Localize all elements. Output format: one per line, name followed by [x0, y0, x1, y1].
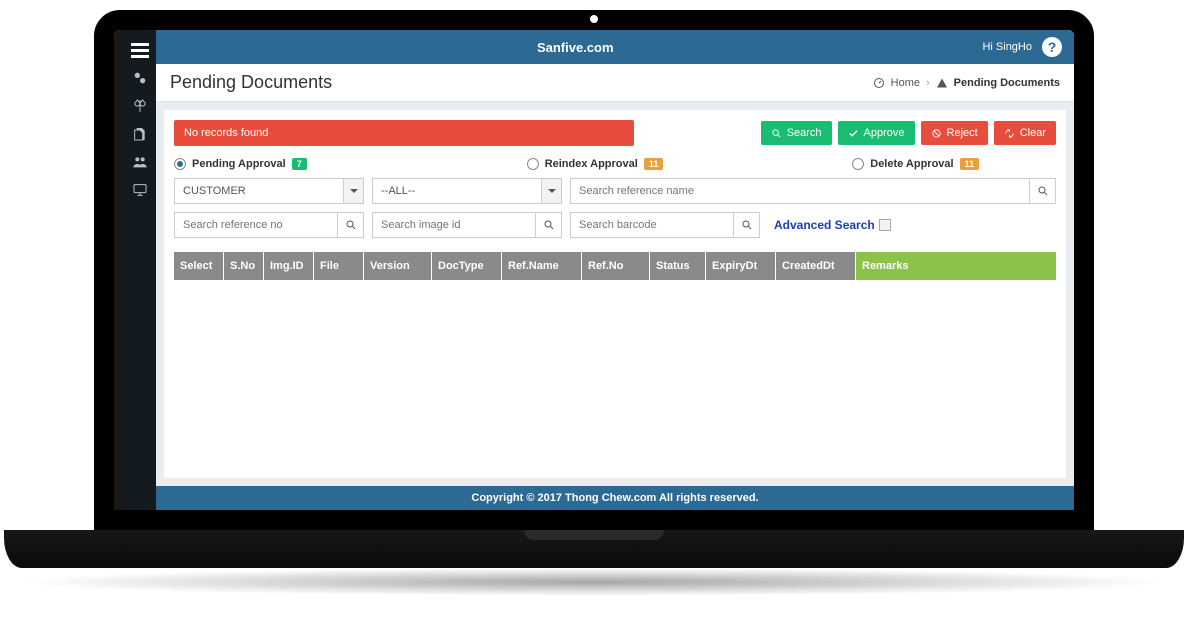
content-panel: No records found Search Approve Reject — [164, 110, 1066, 478]
reference-name-input[interactable] — [571, 179, 1029, 203]
breadcrumb: Home › Pending Documents — [873, 77, 1060, 89]
hamburger-icon — [131, 43, 149, 58]
image-id-input-group — [372, 212, 562, 238]
customer-select-value: CUSTOMER — [175, 179, 343, 203]
window-edge — [114, 30, 124, 510]
page-header-bar: Pending Documents Home › Pending Documen… — [156, 64, 1074, 102]
barcode-input-group — [570, 212, 760, 238]
search-icon — [741, 219, 753, 231]
th-sno[interactable]: S.No — [224, 252, 264, 280]
search-icon — [1037, 185, 1049, 197]
search-icon — [543, 219, 555, 231]
gears-icon — [132, 70, 148, 86]
search-icon — [771, 128, 782, 139]
warning-icon — [936, 77, 948, 89]
th-file[interactable]: File — [314, 252, 364, 280]
search-button-label: Search — [787, 127, 822, 139]
sidebar-item-users[interactable] — [124, 148, 156, 176]
type-select-value: --ALL-- — [373, 179, 541, 203]
user-greeting[interactable]: Hi SingHo — [982, 41, 1032, 53]
sidebar-item-monitor[interactable] — [124, 176, 156, 204]
reference-name-input-group — [570, 178, 1056, 204]
sidebar-item-balance[interactable] — [124, 92, 156, 120]
th-refname[interactable]: Ref.Name — [502, 252, 582, 280]
radio-delete-approval[interactable]: Delete Approval 11 — [735, 158, 1056, 170]
reference-name-search-button[interactable] — [1029, 179, 1055, 203]
radio-pending-approval[interactable]: Pending Approval 7 — [174, 158, 455, 170]
laptop-base — [4, 530, 1184, 568]
reject-button[interactable]: Reject — [921, 121, 988, 145]
barcode-input[interactable] — [571, 213, 733, 237]
th-imgid[interactable]: Img.ID — [264, 252, 314, 280]
th-createddt[interactable]: CreatedDt — [776, 252, 856, 280]
th-remarks[interactable]: Remarks — [856, 252, 1056, 280]
breadcrumb-separator: › — [926, 77, 930, 89]
radio-reindex-approval[interactable]: Reindex Approval 11 — [455, 158, 736, 170]
image-id-search-button[interactable] — [535, 213, 561, 237]
ban-icon — [931, 128, 942, 139]
sidebar — [124, 30, 156, 510]
alert-banner: No records found — [174, 120, 634, 146]
breadcrumb-home[interactable]: Home — [891, 77, 920, 89]
type-select[interactable]: --ALL-- — [372, 178, 562, 204]
image-id-input[interactable] — [373, 213, 535, 237]
monitor-icon — [132, 182, 148, 198]
dashboard-icon — [873, 77, 885, 89]
breadcrumb-current: Pending Documents — [954, 77, 1060, 89]
reindex-count-badge: 11 — [644, 158, 664, 170]
page-title: Pending Documents — [170, 72, 332, 93]
radio-pending-label: Pending Approval — [192, 158, 286, 170]
reference-no-input-group — [174, 212, 364, 238]
top-bar: Sanfive.com Hi SingHo ? — [156, 30, 1074, 64]
advanced-search-toggle[interactable]: Advanced Search — [774, 218, 891, 232]
balance-icon — [132, 98, 148, 114]
sidebar-item-documents[interactable] — [124, 120, 156, 148]
search-icon — [345, 219, 357, 231]
approve-button[interactable]: Approve — [838, 121, 915, 145]
th-expirydt[interactable]: ExpiryDt — [706, 252, 776, 280]
laptop-notch — [524, 530, 664, 540]
radio-icon — [852, 158, 864, 170]
clear-button-label: Clear — [1020, 127, 1046, 139]
reference-no-input[interactable] — [175, 213, 337, 237]
chevron-down-icon — [343, 179, 363, 203]
advanced-search-label: Advanced Search — [774, 218, 875, 232]
checkbox-icon — [879, 219, 891, 231]
users-icon — [132, 154, 148, 170]
menu-toggle-button[interactable] — [124, 36, 156, 64]
sidebar-item-gears[interactable] — [124, 64, 156, 92]
delete-count-badge: 11 — [960, 158, 980, 170]
help-button[interactable]: ? — [1042, 37, 1062, 57]
th-refno[interactable]: Ref.No — [582, 252, 650, 280]
chevron-down-icon — [541, 179, 561, 203]
customer-select[interactable]: CUSTOMER — [174, 178, 364, 204]
check-icon — [848, 128, 859, 139]
clear-button[interactable]: Clear — [994, 121, 1056, 145]
search-button[interactable]: Search — [761, 121, 832, 145]
pending-count-badge: 7 — [292, 158, 307, 170]
reject-button-label: Reject — [947, 127, 978, 139]
barcode-search-button[interactable] — [733, 213, 759, 237]
table-header: Select S.No Img.ID File Version DocType … — [174, 252, 1056, 280]
radio-icon — [174, 158, 186, 170]
documents-icon — [132, 126, 148, 142]
app-title: Sanfive.com — [168, 40, 982, 55]
th-doctype[interactable]: DocType — [432, 252, 502, 280]
laptop-camera — [588, 13, 600, 25]
reference-no-search-button[interactable] — [337, 213, 363, 237]
footer-bar: Copyright © 2017 Thong Chew.com All righ… — [156, 486, 1074, 510]
th-version[interactable]: Version — [364, 252, 432, 280]
th-select[interactable]: Select — [174, 252, 224, 280]
table-body-empty — [174, 280, 1056, 468]
radio-reindex-label: Reindex Approval — [545, 158, 638, 170]
laptop-mockup: Sanfive.com Hi SingHo ? Pending Document… — [94, 10, 1094, 596]
refresh-icon — [1004, 128, 1015, 139]
radio-icon — [527, 158, 539, 170]
laptop-shadow — [14, 568, 1174, 596]
approve-button-label: Approve — [864, 127, 905, 139]
radio-delete-label: Delete Approval — [870, 158, 953, 170]
th-status[interactable]: Status — [650, 252, 706, 280]
